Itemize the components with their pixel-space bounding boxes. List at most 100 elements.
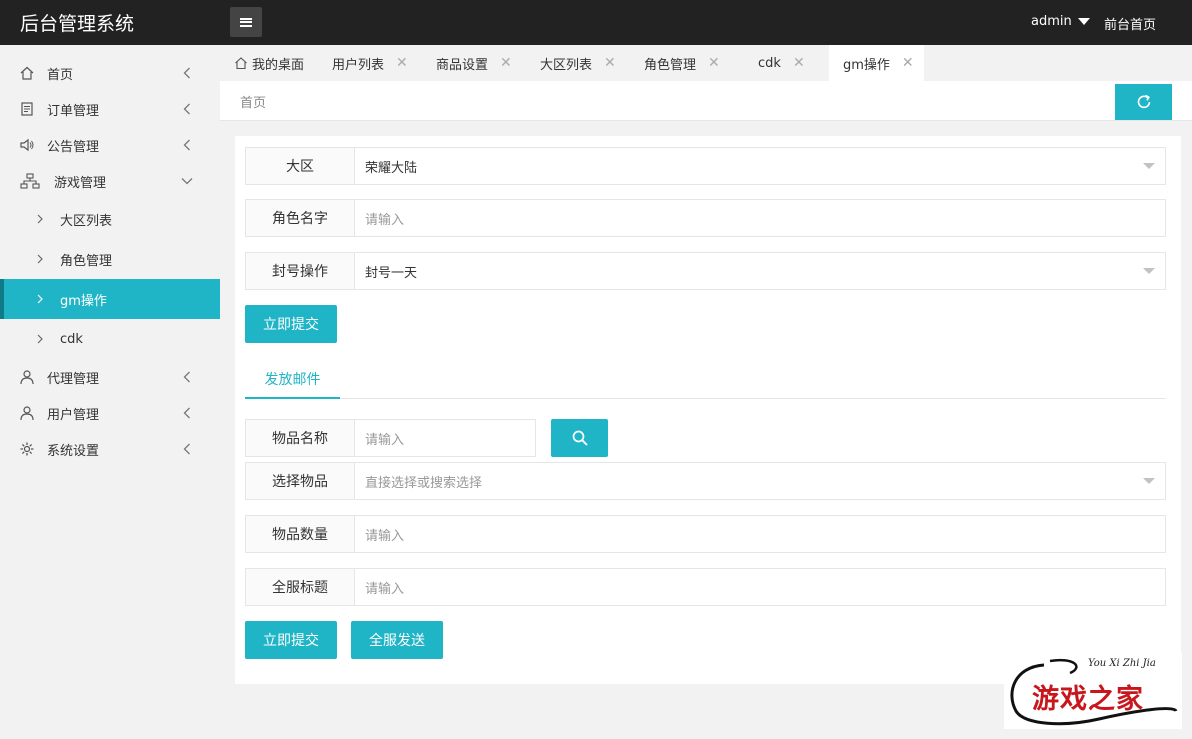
tab-label: 商品设置 [436, 57, 489, 73]
ban-value[interactable]: 封号一天 [355, 253, 1165, 289]
mail-submit-button[interactable]: 立即提交 [245, 621, 337, 659]
gm-form-card: 大区 荣耀大陆 角色名字 请输入 封号操作 封号一天 立即提交 发放邮件 物品名… [235, 136, 1181, 684]
chevron-right-icon [37, 334, 43, 344]
tab-goods-settings[interactable]: 商品设置 ✕ [436, 45, 512, 81]
role-name-label: 角色名字 [246, 200, 355, 236]
tab-bar: 我的桌面 用户列表 ✕ 商品设置 ✕ 大区列表 ✕ 角色管理 ✕ cdk ✕ g… [220, 45, 1192, 81]
item-name-input[interactable]: 请输入 [355, 420, 535, 456]
tab-label: cdk [758, 55, 781, 71]
refresh-icon [1137, 94, 1150, 109]
tab-send-mail[interactable]: 发放邮件 [245, 361, 340, 399]
user-icon [19, 369, 35, 385]
sidebar-item-label: 代理管理 [47, 371, 100, 387]
watermark-logo: You Xi Zhi Jia 游戏之家 [1004, 653, 1182, 729]
user-name: admin [1031, 14, 1072, 29]
refresh-button[interactable] [1115, 84, 1172, 120]
search-button[interactable] [551, 419, 608, 457]
tab-label: 用户列表 [332, 57, 385, 73]
server-title-input[interactable]: 请输入 [355, 569, 1165, 605]
front-home-link[interactable]: 前台首页 [1104, 14, 1156, 33]
sidebar-item-label: 游戏管理 [54, 175, 107, 191]
tab-label: 我的桌面 [252, 57, 305, 73]
select-item-field[interactable]: 选择物品 直接选择或搜索选择 [245, 462, 1166, 500]
tab-region-list[interactable]: 大区列表 ✕ [540, 45, 616, 81]
user-icon [19, 405, 35, 421]
close-icon[interactable]: ✕ [396, 55, 408, 71]
sidebar-item-users[interactable]: 用户管理 [0, 395, 220, 431]
sidebar-item-notices[interactable]: 公告管理 [0, 127, 220, 163]
chevron-left-icon [181, 103, 193, 115]
top-header: 后台管理系统 admin 前台首页 [0, 0, 1192, 45]
close-icon[interactable]: ✕ [708, 55, 720, 71]
sidebar-item-orders[interactable]: 订单管理 [0, 91, 220, 127]
user-menu[interactable]: admin [1031, 14, 1090, 29]
chevron-left-icon [181, 407, 193, 419]
tab-desktop[interactable]: 我的桌面 [234, 45, 304, 81]
server-title-label: 全服标题 [246, 569, 355, 605]
chevron-down-icon [181, 175, 193, 187]
select-item-label: 选择物品 [246, 463, 355, 499]
home-icon [235, 57, 247, 70]
gm-submit-button[interactable]: 立即提交 [245, 305, 337, 343]
tab-label: 角色管理 [644, 57, 697, 73]
chevron-right-icon [37, 294, 43, 304]
tab-role-manage[interactable]: 角色管理 ✕ [644, 45, 720, 81]
item-name-field[interactable]: 物品名称 请输入 [245, 419, 536, 457]
sidebar-item-label: 公告管理 [47, 139, 100, 155]
caret-down-icon [1143, 163, 1155, 169]
tab-cdk[interactable]: cdk ✕ [758, 45, 805, 81]
close-icon[interactable]: ✕ [500, 55, 512, 71]
tab-label: gm操作 [843, 57, 890, 73]
ban-selected-text: 封号一天 [365, 265, 418, 281]
ban-label: 封号操作 [246, 253, 355, 289]
role-name-field[interactable]: 角色名字 请输入 [245, 199, 1166, 237]
caret-down-icon [1143, 268, 1155, 274]
search-icon [572, 430, 588, 446]
speaker-icon [19, 137, 35, 153]
sidebar-item-settings[interactable]: 系统设置 [0, 431, 220, 467]
close-icon[interactable]: ✕ [902, 55, 914, 71]
role-name-input[interactable]: 请输入 [355, 200, 1165, 236]
chevron-left-icon [181, 371, 193, 383]
sidebar-subitem-cdk[interactable]: cdk [0, 319, 220, 359]
sidebar-subitem-roles[interactable]: 角色管理 [0, 239, 220, 279]
region-select[interactable]: 大区 荣耀大陆 [245, 147, 1166, 185]
ban-select[interactable]: 封号操作 封号一天 [245, 252, 1166, 290]
watermark-subtitle: You Xi Zhi Jia [1088, 658, 1156, 669]
close-icon[interactable]: ✕ [604, 55, 616, 71]
chevron-right-icon [37, 214, 43, 224]
region-value[interactable]: 荣耀大陆 [355, 148, 1165, 184]
send-all-button[interactable]: 全服发送 [351, 621, 443, 659]
chevron-left-icon [181, 139, 193, 151]
item-name-label: 物品名称 [246, 420, 355, 456]
sidebar-subitem-label: 大区列表 [60, 213, 113, 229]
item-qty-field[interactable]: 物品数量 请输入 [245, 515, 1166, 553]
caret-down-icon [1143, 478, 1155, 484]
tab-label: 大区列表 [540, 57, 593, 73]
sidebar-subitem-regions[interactable]: 大区列表 [0, 199, 220, 239]
document-icon [19, 101, 35, 117]
sidebar-item-label: 首页 [47, 67, 74, 83]
sidebar-item-games[interactable]: 游戏管理 [0, 163, 220, 199]
sidebar-subitem-label: gm操作 [60, 293, 107, 309]
home-icon [19, 65, 35, 81]
mail-tab-bar: 发放邮件 [245, 361, 1166, 399]
breadcrumb[interactable]: 首页 [240, 92, 266, 111]
select-item-placeholder: 直接选择或搜索选择 [365, 475, 483, 491]
tab-user-list[interactable]: 用户列表 ✕ [332, 45, 408, 81]
tab-gm-ops[interactable]: gm操作 ✕ [829, 45, 924, 81]
server-title-field[interactable]: 全服标题 请输入 [245, 568, 1166, 606]
app-title: 后台管理系统 [20, 13, 135, 35]
sidebar-subitem-gm[interactable]: gm操作 [0, 279, 220, 319]
hamburger-icon [240, 17, 252, 27]
item-qty-input[interactable]: 请输入 [355, 516, 1165, 552]
close-icon[interactable]: ✕ [793, 55, 805, 71]
menu-toggle-button[interactable] [230, 7, 262, 37]
sidebar-item-label: 系统设置 [47, 443, 100, 459]
sidebar-item-agents[interactable]: 代理管理 [0, 359, 220, 395]
sidebar-item-label: 订单管理 [47, 103, 100, 119]
select-item-input[interactable]: 直接选择或搜索选择 [355, 463, 1165, 499]
sidebar-item-home[interactable]: 首页 [0, 55, 220, 91]
sidebar-subitem-label: 角色管理 [60, 253, 113, 269]
region-selected-text: 荣耀大陆 [365, 160, 418, 176]
